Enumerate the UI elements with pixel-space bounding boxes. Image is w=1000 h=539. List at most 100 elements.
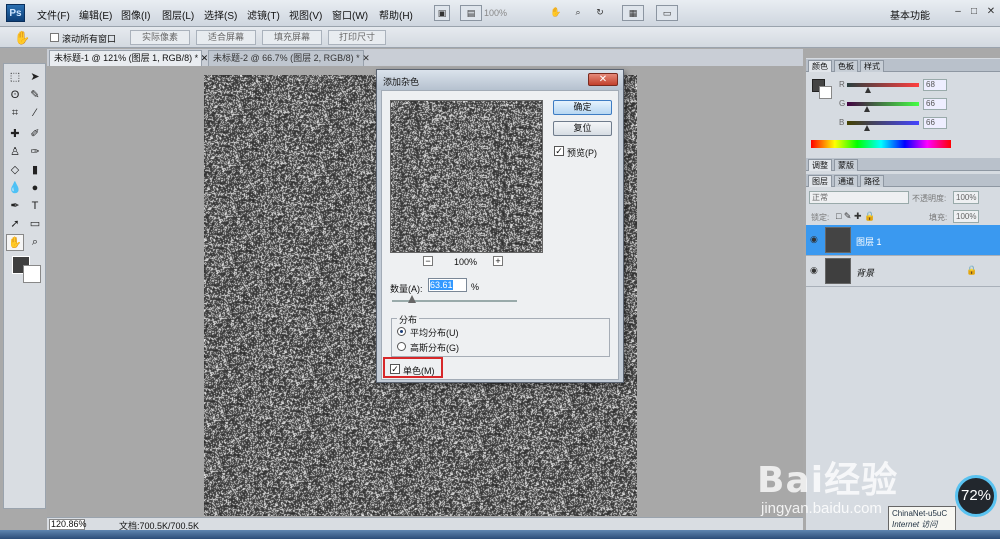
tab-untitled-2[interactable]: 未标题-2 @ 66.7% (图层 2, RGB/8) * ✕	[208, 50, 370, 66]
print-size-button[interactable]: 打印尺寸	[328, 30, 386, 45]
opacity-field[interactable]: 100%	[953, 191, 979, 204]
lock-icons[interactable]: □ ✎ ✚ 🔒	[836, 211, 875, 222]
clone-stamp-tool-icon[interactable]: ♙	[6, 144, 24, 161]
menu-help[interactable]: 帮助(H)	[379, 7, 413, 22]
blue-slider-thumb[interactable]	[864, 125, 870, 131]
move-tool-icon[interactable]: ➤	[26, 69, 44, 86]
tab-channels[interactable]: 通道	[834, 175, 858, 187]
arrange-documents-icon[interactable]: ▦	[622, 5, 644, 21]
dialog-titlebar[interactable]: 添加杂色 ✕	[377, 70, 623, 90]
ok-button[interactable]: 确定	[553, 100, 612, 115]
maximize-icon[interactable]: □	[967, 5, 981, 19]
red-slider[interactable]	[847, 83, 919, 87]
amount-slider-thumb[interactable]	[408, 295, 416, 303]
layer-row[interactable]: ◉ 背景 🔒	[806, 256, 1000, 287]
menu-view[interactable]: 视图(V)	[289, 7, 322, 22]
healing-tool-icon[interactable]: ✚	[6, 126, 24, 143]
green-slider-thumb[interactable]	[864, 106, 870, 112]
bridge-icon[interactable]: ▣	[434, 5, 450, 21]
hand-tool-preset-icon[interactable]: ✋	[14, 30, 30, 46]
green-slider[interactable]	[847, 102, 919, 106]
eye-icon[interactable]: ◉	[810, 234, 818, 245]
filter-preview[interactable]	[390, 100, 543, 253]
shape-tool-icon[interactable]: ▭	[26, 216, 44, 233]
minimize-icon[interactable]: –	[951, 5, 965, 19]
view-extras-icon[interactable]: ▤	[460, 5, 482, 21]
green-channel-label: G	[839, 99, 846, 108]
menu-window[interactable]: 窗口(W)	[332, 7, 368, 22]
crop-tool-icon[interactable]: ⌗	[6, 105, 24, 122]
workspace-switcher[interactable]: 基本功能	[890, 7, 930, 22]
zoom-tool-icon[interactable]: ⌕	[570, 5, 586, 21]
preview-canvas[interactable]	[391, 101, 542, 252]
blue-value[interactable]: 66	[923, 117, 947, 129]
actual-pixels-button[interactable]: 实际像素	[130, 30, 190, 45]
red-value[interactable]: 68	[923, 79, 947, 91]
reset-button[interactable]: 复位	[553, 121, 612, 136]
tab-masks[interactable]: 蒙版	[834, 159, 858, 171]
tab-label: 未标题-2 @ 66.7% (图层 2, RGB/8) *	[213, 53, 360, 63]
quick-select-tool-icon[interactable]: ✎	[26, 87, 44, 104]
panel-background-color[interactable]	[819, 86, 832, 99]
layer-name[interactable]: 图层 1	[856, 235, 882, 248]
zoom-level[interactable]: 100%	[484, 6, 534, 20]
status-zoom-field[interactable]: 120.86%	[49, 519, 87, 530]
gaussian-radio[interactable]	[397, 342, 406, 351]
performance-meter[interactable]: 72%	[955, 475, 997, 517]
dodge-tool-icon[interactable]: ●	[26, 180, 44, 197]
hand-icon[interactable]: ✋	[548, 5, 564, 21]
fill-screen-button[interactable]: 填充屏幕	[262, 30, 322, 45]
amount-input[interactable]: 63.61	[428, 278, 467, 292]
history-brush-tool-icon[interactable]: ✑	[26, 144, 44, 161]
preview-checkbox[interactable]: ✓	[554, 146, 564, 156]
amount-unit: %	[471, 282, 480, 292]
eye-icon[interactable]: ◉	[810, 265, 818, 276]
eyedropper-tool-icon[interactable]: ⁄	[26, 105, 44, 122]
tab-color[interactable]: 颜色	[808, 60, 832, 72]
tab-layers[interactable]: 图层	[808, 175, 832, 187]
marquee-tool-icon[interactable]: ⬚	[6, 69, 24, 86]
uniform-radio[interactable]	[397, 327, 406, 336]
menu-filter[interactable]: 滤镜(T)	[247, 7, 280, 22]
eraser-tool-icon[interactable]: ◇	[6, 162, 24, 179]
tab-untitled-1[interactable]: 未标题-1 @ 121% (图层 1, RGB/8) * ✕	[49, 50, 208, 66]
close-icon[interactable]: ✕	[984, 5, 998, 19]
gradient-tool-icon[interactable]: ▮	[26, 162, 44, 179]
tab-swatches[interactable]: 色板	[834, 60, 858, 72]
brush-tool-icon[interactable]: ✐	[26, 126, 44, 143]
fit-screen-button[interactable]: 适合屏幕	[196, 30, 256, 45]
network-tooltip: ChinaNet-u5uC Internet 访问	[888, 506, 956, 532]
amount-value: 63.61	[430, 280, 453, 290]
hand-tool-icon[interactable]: ✋	[6, 234, 24, 251]
layer-name[interactable]: 背景	[856, 266, 874, 279]
path-select-tool-icon[interactable]: ➚	[6, 216, 24, 233]
zoom-tool-icon-tb[interactable]: ⌕	[26, 234, 44, 251]
blue-slider[interactable]	[847, 121, 919, 125]
menu-edit[interactable]: 编辑(E)	[79, 7, 112, 22]
zoom-in-button[interactable]: +	[493, 256, 503, 266]
menu-image[interactable]: 图像(I)	[121, 7, 150, 22]
pen-tool-icon[interactable]: ✒	[6, 198, 24, 215]
rotate-view-icon[interactable]: ↻	[592, 5, 608, 21]
menu-file[interactable]: 文件(F)	[37, 7, 70, 22]
menu-layer[interactable]: 图层(L)	[162, 7, 194, 22]
lock-label: 锁定:	[811, 213, 830, 222]
blur-tool-icon[interactable]: 💧	[6, 180, 24, 197]
fill-field[interactable]: 100%	[953, 210, 979, 223]
red-slider-thumb[interactable]	[865, 87, 871, 93]
screen-mode-icon[interactable]: ▭	[656, 5, 678, 21]
background-color-swatch[interactable]	[23, 265, 41, 283]
zoom-out-button[interactable]: −	[423, 256, 433, 266]
tab-styles[interactable]: 样式	[860, 60, 884, 72]
tab-adjustments[interactable]: 调整	[808, 159, 832, 171]
green-value[interactable]: 66	[923, 98, 947, 110]
scroll-all-windows-checkbox[interactable]	[50, 33, 59, 42]
menu-select[interactable]: 选择(S)	[204, 7, 237, 22]
tab-paths[interactable]: 路径	[860, 175, 884, 187]
color-spectrum-bar[interactable]	[811, 140, 951, 148]
type-tool-icon[interactable]: T	[26, 198, 44, 215]
dialog-close-button[interactable]: ✕	[588, 73, 618, 86]
lasso-tool-icon[interactable]: ʘ	[6, 87, 24, 104]
blend-mode-select[interactable]: 正常	[809, 191, 909, 204]
layer-row[interactable]: ◉ 图层 1	[806, 225, 1000, 256]
